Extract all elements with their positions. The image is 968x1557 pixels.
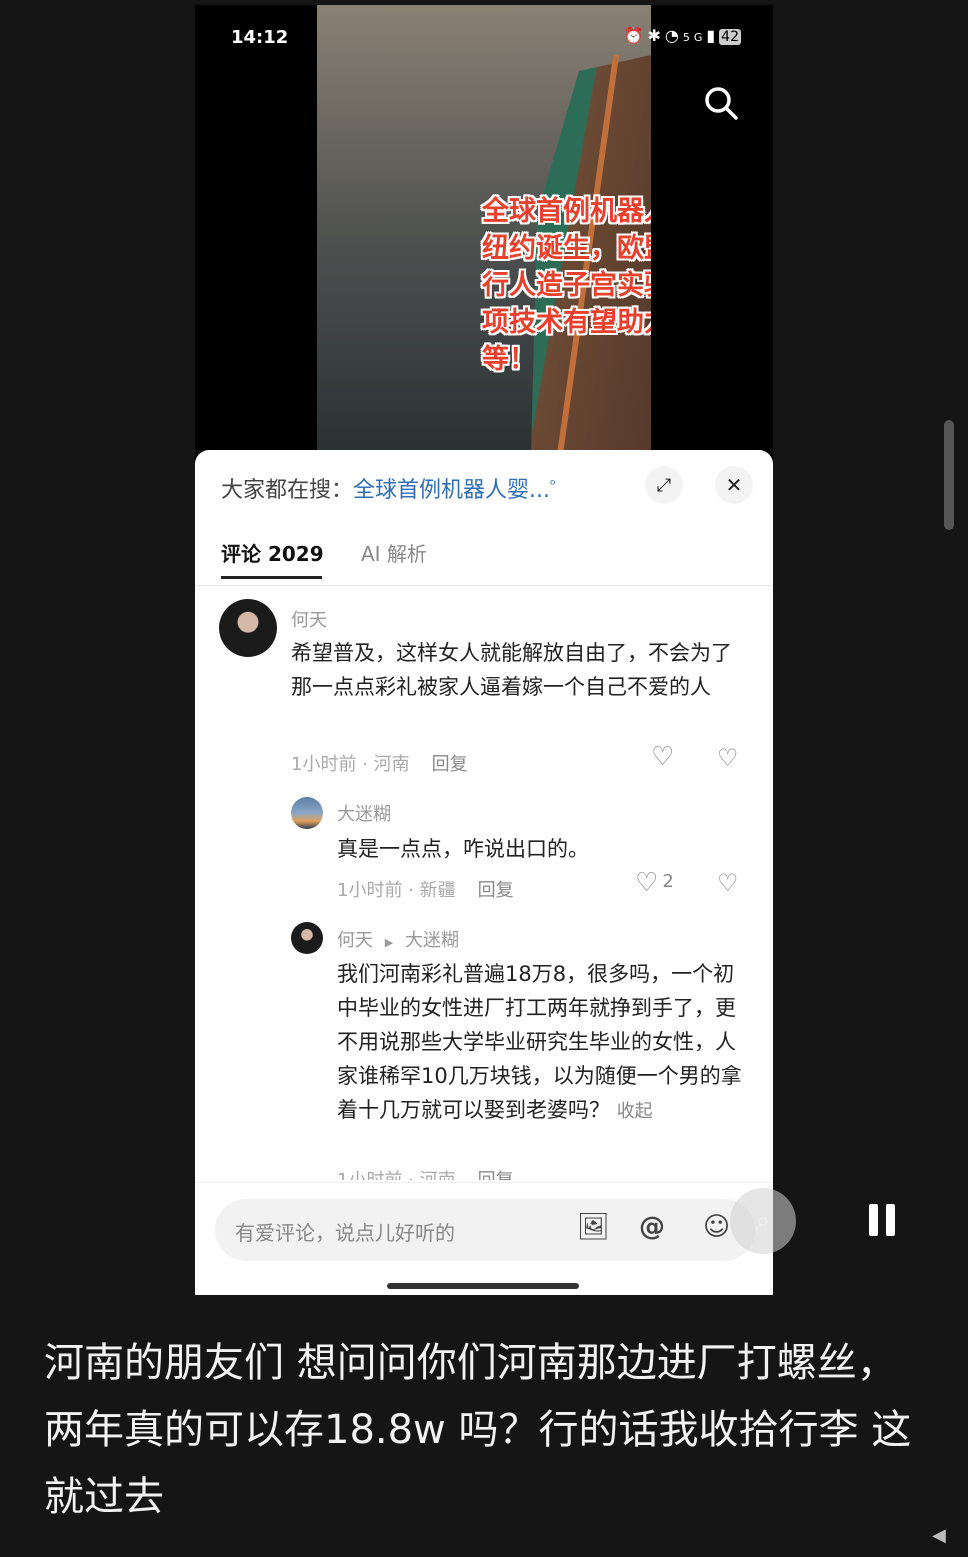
tab-divider (195, 585, 773, 586)
dislike-icon[interactable]: ♡ (717, 869, 739, 897)
video-player[interactable]: 全球首例机器人女婴在纽约诞生，欧盟正在进行人造子宫实验，这二项技术有望助力男女平… (317, 5, 651, 450)
signal-icon: ▮ (706, 26, 720, 45)
expand-icon[interactable]: ⤢ (645, 466, 683, 504)
bluetooth-icon: ✱ (647, 26, 665, 45)
hot-search-keyword[interactable]: 全球首例机器人婴... (353, 478, 550, 503)
avatar[interactable] (291, 797, 323, 829)
avatar[interactable] (291, 922, 323, 954)
comment-meta: 1小时前 · 新疆 回复 (337, 876, 514, 902)
home-indicator (387, 1283, 579, 1289)
dislike-icon[interactable]: ♡ (717, 744, 739, 772)
scrollbar[interactable] (944, 420, 954, 530)
comment-meta: 1小时前 · 河南 回复 (337, 1166, 514, 1180)
image-icon[interactable]: 🖼 (577, 1212, 610, 1242)
alarm-icon: ⏰ (623, 26, 648, 45)
reply-arrow-icon: ▶ (384, 936, 394, 949)
search-small-icon: ᵒ (550, 477, 556, 493)
comment-placeholder: 有爱评论，说点儿好听的 (235, 1221, 455, 1245)
back-arrow-icon[interactable]: ◀ (932, 1525, 946, 1546)
comment-body: 我们河南彩礼普遍18万8，很多吗，一个初中毕业的女性进厂打工两年就挣到手了，更不… (337, 962, 742, 1122)
avatar[interactable] (219, 599, 277, 657)
like-icon[interactable]: ♡ 2 (635, 868, 674, 898)
comment-author[interactable]: 何天 ▶ 大迷糊 (337, 926, 459, 952)
comment-meta: 1小时前 · 河南 回复 (291, 750, 468, 776)
scan-icon[interactable]: ⌕ (730, 1188, 796, 1254)
search-icon[interactable] (703, 85, 739, 121)
like-icon[interactable]: ♡ (651, 742, 674, 772)
battery-level: 42 (719, 29, 741, 45)
comment-author[interactable]: 何天 (291, 606, 327, 632)
like-count: 2 (662, 871, 674, 892)
emoji-icon[interactable]: ☺ (703, 1212, 730, 1242)
tab-comments[interactable]: 评论 2029 (221, 538, 324, 567)
reply-button[interactable]: 回复 (478, 880, 514, 901)
post-caption: 河南的朋友们 想问问你们河南那边进厂打螺丝，两年真的可以存18.8w 吗？行的话… (44, 1340, 912, 1520)
comment-time-location: 1小时前 · 河南 (291, 754, 410, 775)
network-label: 5G (682, 31, 707, 44)
comment-text: 我们河南彩礼普遍18万8，很多吗，一个初中毕业的女性进厂打工两年就挣到手了，更不… (337, 957, 747, 1129)
status-icons: ⏰✱◔5G▮ 42 (624, 26, 741, 45)
tab-underline (221, 576, 322, 579)
at-icon[interactable]: @ (639, 1212, 665, 1242)
status-bar: 14:12 ⏰✱◔5G▮ 42 (195, 23, 773, 53)
author-name[interactable]: 何天 (337, 930, 373, 951)
reply-button[interactable]: 回复 (478, 1170, 514, 1180)
tab-ai-analysis[interactable]: AI 解析 (361, 538, 427, 567)
hot-search[interactable]: 大家都在搜：全球首例机器人婴...ᵒ (221, 472, 556, 504)
status-time: 14:12 (231, 27, 289, 48)
comment-time-location: 1小时前 · 新疆 (337, 880, 456, 901)
comment-sheet: 大家都在搜：全球首例机器人婴...ᵒ ⤢ ✕ 评论 2029 AI 解析 何天 … (195, 450, 773, 1295)
comment-text: 真是一点点，咋说出口的。 (337, 837, 589, 861)
wifi-icon: ◔ (664, 26, 683, 45)
video-overlay-text: 全球首例机器人女婴在纽约诞生，欧盟正在进行人造子宫实验，这二项技术有望助力男女平… (482, 196, 651, 375)
phone-screenshot: 全球首例机器人女婴在纽约诞生，欧盟正在进行人造子宫实验，这二项技术有望助力男女平… (195, 5, 773, 1295)
reply-target-name[interactable]: 大迷糊 (405, 930, 459, 951)
pause-icon[interactable] (862, 1200, 902, 1240)
comment-text: 希望普及，这样女人就能解放自由了，不会为了那一点点彩礼被家人逼着嫁一个自己不爱的… (291, 641, 732, 699)
comment-time-location: 1小时前 · 河南 (337, 1170, 456, 1180)
comment-author[interactable]: 大迷糊 (337, 800, 391, 826)
hot-search-prefix: 大家都在搜： (221, 478, 354, 503)
input-area: 有爱评论，说点儿好听的 🖼 @ ☺ (195, 1182, 773, 1295)
close-icon[interactable]: ✕ (715, 466, 753, 504)
comment-input[interactable]: 有爱评论，说点儿好听的 🖼 @ ☺ (215, 1199, 755, 1261)
reply-button[interactable]: 回复 (432, 754, 468, 775)
collapse-button[interactable]: 收起 (617, 1101, 653, 1122)
